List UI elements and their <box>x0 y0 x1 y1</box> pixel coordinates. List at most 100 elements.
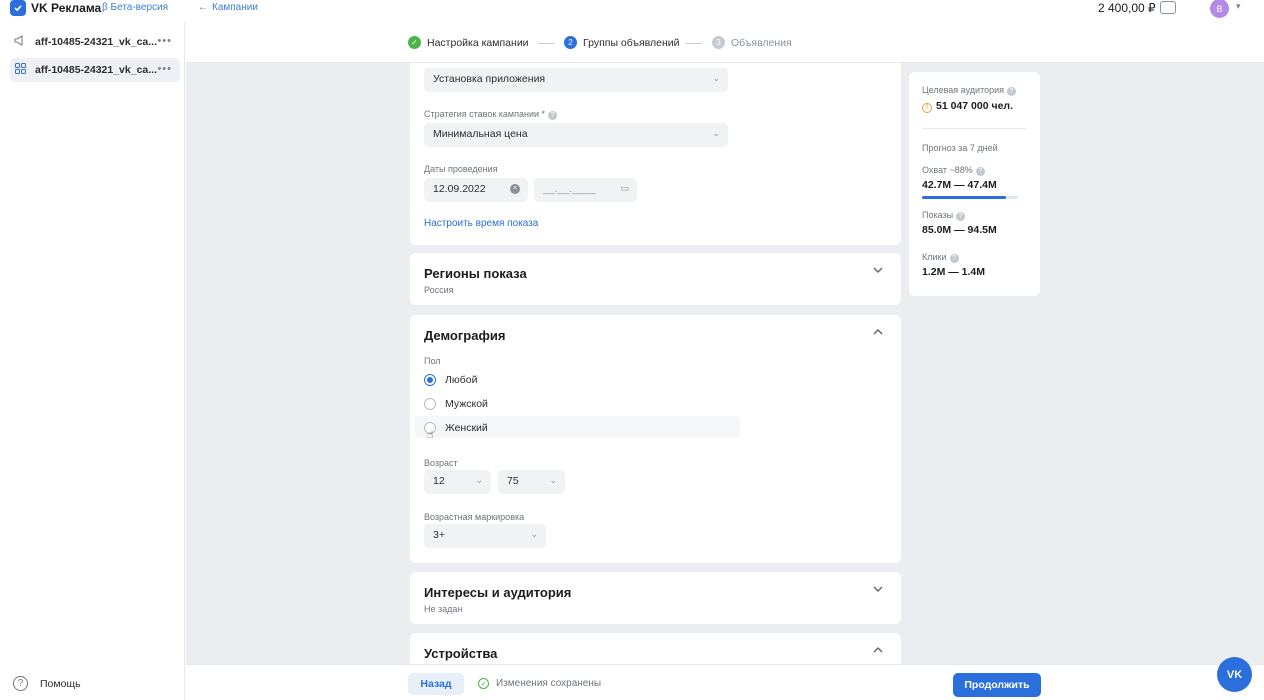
continue-button[interactable]: Продолжить <box>953 673 1041 697</box>
forecast-panel: Целевая аудитория? ! 51 047 000 чел. Прог… <box>909 72 1040 296</box>
chevron-down-icon[interactable]: ▾ <box>1236 1 1241 12</box>
configure-show-time-link[interactable]: Настроить время показа <box>424 218 538 229</box>
wallet-icon[interactable] <box>1160 1 1176 14</box>
cursor-hand-icon: ☝ <box>427 429 434 441</box>
save-status-label: Изменения сохранены <box>496 678 602 689</box>
main-content[interactable]: Установка приложения ⌄ Стратегия ставок … <box>186 63 1264 664</box>
grid-icon <box>13 63 27 77</box>
date-start-field[interactable]: 12.09.2022 × <box>424 178 528 202</box>
impressions-label: Показы? <box>922 210 966 221</box>
chevron-down-icon: ⌄ <box>712 128 720 138</box>
audience-value: ! 51 047 000 чел. <box>922 100 1013 113</box>
help-label: Помощь <box>40 677 81 690</box>
clear-icon[interactable]: × <box>510 184 520 194</box>
back-to-campaigns-label: Кампании <box>212 2 258 13</box>
interests-value: Не задан <box>424 604 463 614</box>
warning-icon: ! <box>922 103 932 113</box>
clicks-value: 1.2M — 1.4M <box>922 266 986 278</box>
goal-value: Установка приложения <box>433 73 546 85</box>
chevron-down-icon: ⌄ <box>530 529 538 539</box>
step-label: Объявления <box>731 36 792 49</box>
regions-card[interactable]: Регионы показа Россия <box>410 253 901 305</box>
interests-card[interactable]: Интересы и аудитория Не задан <box>410 572 901 624</box>
step-number: 3 <box>712 36 725 49</box>
reach-value: 42.7M — 47.4M <box>922 179 997 191</box>
beta-badge[interactable]: β Бета-версия <box>102 2 168 13</box>
megaphone-icon <box>13 35 27 49</box>
chevron-down-icon[interactable] <box>873 584 883 595</box>
help-link[interactable]: ? Помощь <box>13 676 81 691</box>
age-to-value: 75 <box>507 475 519 487</box>
age-label: Возраст <box>424 458 458 468</box>
calendar-icon[interactable]: ▭ <box>620 183 629 194</box>
reach-label: Охват ~88%? <box>922 165 985 176</box>
divider <box>922 128 1026 129</box>
age-rating-label: Возрастная маркировка <box>424 512 525 522</box>
step-divider <box>686 43 702 44</box>
step-ads[interactable]: 3 Объявления <box>712 36 792 49</box>
step-ad-groups[interactable]: 2 Группы объявлений <box>564 36 680 49</box>
chevron-down-icon: ⌄ <box>712 73 720 83</box>
step-label: Группы объявлений <box>583 36 680 49</box>
gender-option-any[interactable]: Любой <box>424 374 477 386</box>
sidebar: aff-10485-24321_vk_ca... ••• aff-10485-2… <box>0 22 185 700</box>
more-icon[interactable]: ••• <box>157 35 172 47</box>
strategy-select[interactable]: Минимальная цена ⌄ <box>424 123 728 147</box>
strategy-value: Минимальная цена <box>433 128 528 140</box>
age-from-select[interactable]: 12 ⌄ <box>424 470 491 494</box>
age-rating-select[interactable]: 3+ ⌄ <box>424 524 546 548</box>
goal-select[interactable]: Установка приложения ⌄ <box>424 68 728 92</box>
campaign-settings-card: Установка приложения ⌄ Стратегия ставок … <box>410 63 901 245</box>
question-icon: ? <box>975 167 985 176</box>
vk-chat-button[interactable]: VK <box>1217 657 1252 692</box>
top-bar: VK Реклама β Бета-версия ← Кампании 2 40… <box>0 0 1264 22</box>
devices-card[interactable]: Устройства <box>410 633 901 664</box>
question-icon: ? <box>949 254 959 263</box>
age-rating-value: 3+ <box>433 529 445 541</box>
age-from-value: 12 <box>433 475 445 487</box>
gender-option-label: Любой <box>445 374 478 386</box>
audience-label: Целевая аудитория? <box>922 85 1016 96</box>
avatar[interactable]: В <box>1210 0 1229 18</box>
dates-label: Даты проведения <box>424 164 498 174</box>
radio-unchecked[interactable] <box>424 398 436 410</box>
more-icon[interactable]: ••• <box>157 63 172 75</box>
step-label: Настройка кампании <box>427 36 529 49</box>
gender-option-male[interactable]: Мужской <box>424 398 488 410</box>
gender-option-label: Мужской <box>445 398 488 410</box>
arrow-left-icon: ← <box>198 2 208 13</box>
date-end-field[interactable]: __.__.____ ▭ <box>534 178 637 202</box>
reach-progress-bar <box>922 196 1018 199</box>
step-divider <box>538 43 554 44</box>
demography-card: Демография Пол Любой Мужской Женский ☝ В… <box>410 315 901 563</box>
forecast-label: Прогноз за 7 дней <box>922 143 998 153</box>
question-icon: ? <box>956 212 966 221</box>
sidebar-item-label: aff-10485-24321_vk_ca... <box>35 64 158 76</box>
question-icon: ? <box>1007 87 1016 96</box>
back-button[interactable]: Назад <box>408 673 464 695</box>
gender-option-label: Женский <box>445 422 488 434</box>
radio-checked[interactable] <box>424 374 436 386</box>
regions-value: Россия <box>424 285 454 295</box>
age-to-select[interactable]: 75 ⌄ <box>498 470 565 494</box>
chevron-down-icon[interactable] <box>873 265 883 276</box>
date-end-placeholder: __.__.____ <box>543 183 596 195</box>
check-circle-icon: ✓ <box>478 678 489 689</box>
clicks-label: Клики? <box>922 252 959 263</box>
logo[interactable]: VK Реклама <box>10 0 101 16</box>
demography-title: Демография <box>424 328 506 343</box>
impressions-value: 85.0M — 94.5M <box>922 224 997 236</box>
chevron-down-icon: ⌄ <box>475 475 483 485</box>
strategy-label: Стратегия ставок кампании *? <box>424 109 558 120</box>
back-to-campaigns-link[interactable]: ← Кампании <box>198 2 258 13</box>
interests-title: Интересы и аудитория <box>424 585 572 600</box>
step-campaign-settings[interactable]: ✓ Настройка кампании <box>408 36 529 49</box>
vk-logo-icon <box>10 0 26 16</box>
gender-label: Пол <box>424 356 441 366</box>
sidebar-item-ad-group[interactable]: aff-10485-24321_vk_ca... ••• <box>10 58 180 82</box>
sidebar-item-campaign[interactable]: aff-10485-24321_vk_ca... ••• <box>10 30 180 54</box>
regions-title: Регионы показа <box>424 266 527 281</box>
chevron-up-icon[interactable] <box>873 327 883 338</box>
account-balance[interactable]: 2 400,00 ₽ <box>1098 1 1156 15</box>
chevron-up-icon[interactable] <box>873 645 883 656</box>
